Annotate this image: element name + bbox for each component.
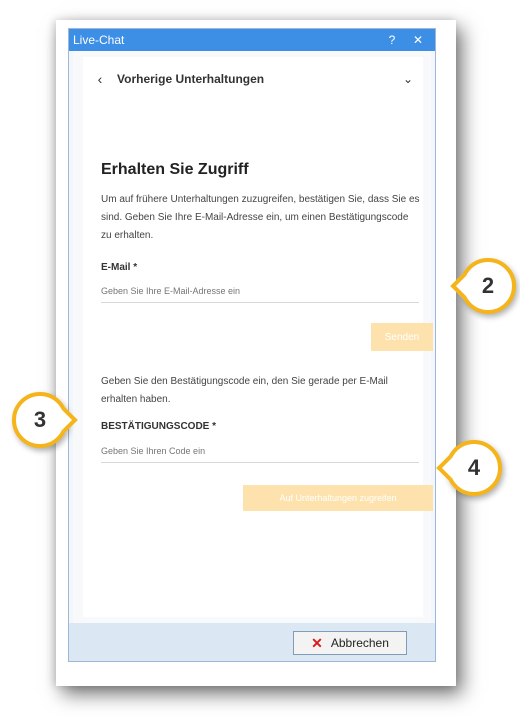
chat-content: ‹ Vorherige Unterhaltungen ⌄ Erhalten Si…	[73, 51, 433, 623]
footer-bar: ✕ Abbrechen	[69, 623, 435, 661]
access-conversations-button[interactable]: Auf Unterhaltungen zugreifen	[243, 485, 433, 511]
header-title: Vorherige Unterhaltungen	[117, 72, 265, 86]
send-button[interactable]: Senden	[371, 323, 433, 351]
email-field[interactable]	[101, 279, 419, 303]
conversation-header[interactable]: ‹ Vorherige Unterhaltungen ⌄	[83, 57, 423, 101]
code-label: BESTÄTIGUNGSCODE *	[101, 421, 217, 432]
chevron-left-icon[interactable]: ‹	[83, 71, 117, 87]
live-chat-window: Live-Chat ? ✕ ‹ Vorherige Unterhaltungen…	[68, 28, 436, 662]
page-title: Erhalten Sie Zugriff	[101, 161, 249, 178]
callout-2: 2	[450, 258, 516, 314]
close-icon: ✕	[311, 634, 323, 651]
callout-3: 3	[12, 392, 78, 448]
callout-number: 4	[467, 455, 481, 480]
access-panel: ‹ Vorherige Unterhaltungen ⌄ Erhalten Si…	[83, 57, 433, 617]
window-title: Live-Chat	[73, 33, 125, 47]
callout-number: 2	[481, 273, 495, 298]
email-label: E-Mail *	[101, 262, 138, 273]
intro-text: Um auf frühere Unterhaltungen zuzugreife…	[101, 194, 420, 241]
callout-4: 4	[436, 440, 502, 496]
cancel-button[interactable]: ✕ Abbrechen	[293, 631, 407, 655]
title-bar: Live-Chat ? ✕	[69, 29, 435, 51]
cancel-label: Abbrechen	[330, 636, 389, 650]
callout-number: 3	[33, 407, 47, 432]
code-instructions: Geben Sie den Bestätigungscode ein, den …	[101, 376, 388, 405]
chevron-down-icon[interactable]: ⌄	[393, 72, 423, 86]
close-button[interactable]: ✕	[405, 33, 431, 47]
code-field[interactable]	[101, 439, 419, 463]
help-button[interactable]: ?	[379, 33, 405, 47]
